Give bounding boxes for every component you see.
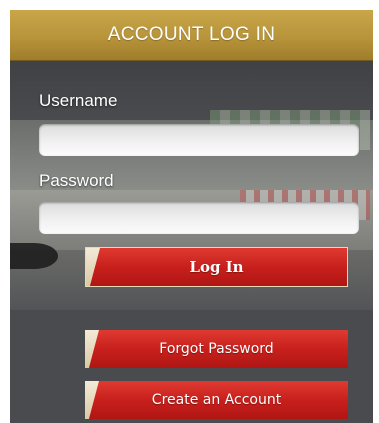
password-label: Password bbox=[39, 171, 114, 190]
button-tab-decoration bbox=[86, 248, 100, 286]
login-button-label: Log In bbox=[189, 258, 244, 276]
forgot-password-button[interactable]: Forgot Password bbox=[85, 330, 348, 368]
username-input[interactable] bbox=[39, 124, 359, 156]
login-panel: ACCOUNT LOG IN Username Password Log In … bbox=[10, 10, 373, 423]
button-tab-decoration bbox=[85, 330, 99, 368]
password-input[interactable] bbox=[39, 202, 359, 234]
create-account-label: Create an Account bbox=[151, 392, 282, 408]
button-tab-decoration bbox=[85, 381, 99, 419]
forgot-password-label: Forgot Password bbox=[159, 341, 274, 357]
panel-title: ACCOUNT LOG IN bbox=[107, 24, 276, 45]
panel-header: ACCOUNT LOG IN bbox=[10, 10, 373, 60]
login-button[interactable]: Log In bbox=[85, 247, 348, 287]
create-account-button[interactable]: Create an Account bbox=[85, 381, 348, 419]
username-label: Username bbox=[39, 91, 118, 110]
